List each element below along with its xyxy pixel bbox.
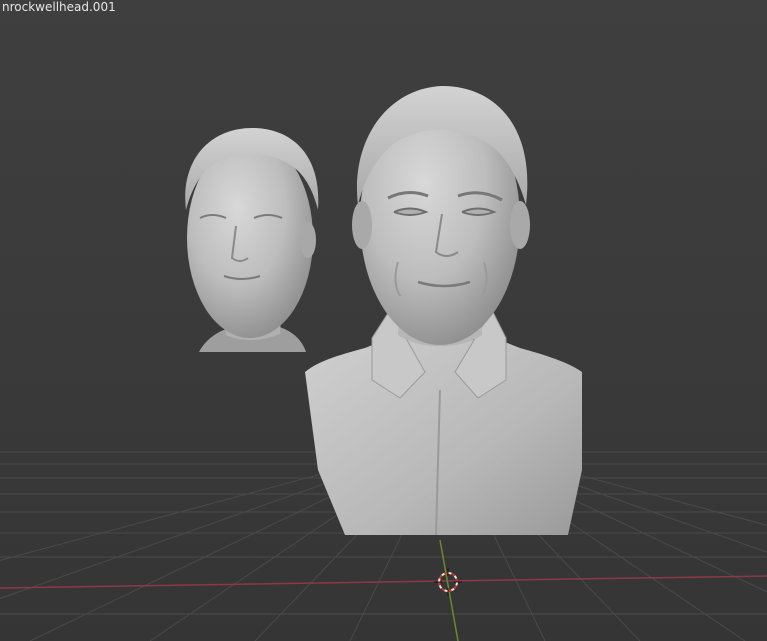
x-axis-line <box>0 575 767 589</box>
bust-mesh-front[interactable] <box>305 86 582 536</box>
3d-viewport[interactable]: nrockwellhead.001 <box>0 0 767 641</box>
head-mesh-back[interactable] <box>185 128 319 352</box>
viewport-scene[interactable] <box>0 0 767 641</box>
